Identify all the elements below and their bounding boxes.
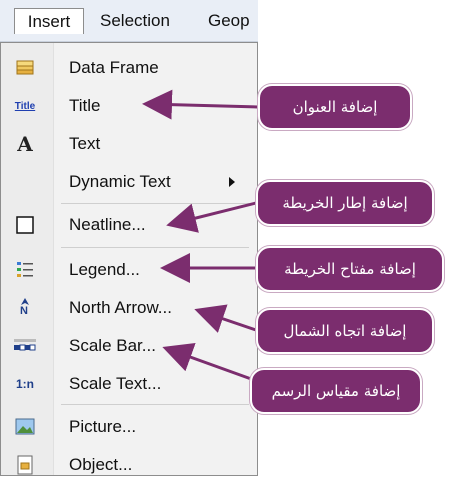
menu-item-dynamic-text[interactable]: Dynamic Text (1, 163, 257, 201)
menu-separator (61, 247, 249, 248)
picture-icon (13, 415, 37, 439)
menu-bar: Insert Selection Geop (0, 0, 258, 42)
menu-item-label: Scale Text... (69, 374, 162, 393)
menu-item-label: Scale Bar... (69, 336, 156, 355)
menu-item-text[interactable]: A Text (1, 125, 257, 163)
menu-insert[interactable]: Insert (14, 8, 84, 34)
menu-item-label: Object... (69, 455, 133, 474)
menu-item-label: Legend... (69, 260, 140, 279)
scale-bar-icon (13, 334, 37, 358)
insert-dropdown-menu: Data Frame Title Title A Text Dynamic Te… (0, 42, 258, 476)
menu-geoprocessing[interactable]: Geop (202, 8, 256, 34)
menu-item-scale-bar[interactable]: Scale Bar... (1, 327, 257, 365)
menu-item-label: Picture... (69, 417, 137, 436)
legend-icon (13, 258, 37, 282)
menu-item-picture[interactable]: Picture... (1, 408, 257, 446)
data-frame-icon (13, 56, 37, 80)
callout-add-scale-bar: إضافة مقياس الرسم (250, 368, 422, 414)
menu-item-label: Data Frame (69, 58, 159, 77)
callout-add-legend: إضافة مفتاح الخريطة (256, 246, 444, 292)
north-arrow-letter: N (20, 305, 28, 317)
neatline-icon (13, 213, 37, 237)
menu-separator (61, 404, 249, 405)
menu-separator (61, 203, 249, 204)
menu-item-label: Text (69, 134, 101, 153)
text-icon: A (13, 132, 37, 156)
object-icon (13, 453, 37, 477)
callout-add-north-arrow: إضافة اتجاه الشمال (256, 308, 434, 354)
menu-item-title[interactable]: Title Title (1, 87, 257, 125)
menu-selection[interactable]: Selection (94, 8, 176, 34)
menu-item-scale-text[interactable]: 1:n Scale Text... (1, 365, 257, 403)
scale-text-icon: 1:n (13, 372, 37, 396)
north-arrow-icon: N (13, 296, 37, 320)
callout-add-title: إضافة العنوان (258, 84, 412, 130)
callout-add-neatline: إضافة إطار الخريطة (256, 180, 434, 226)
menu-item-label: Neatline... (69, 215, 146, 234)
title-icon: Title (13, 94, 37, 118)
menu-item-data-frame[interactable]: Data Frame (1, 49, 257, 87)
menu-item-label: North Arrow... (69, 298, 172, 317)
menu-item-label: Dynamic Text (69, 172, 171, 191)
submenu-arrow-icon (229, 177, 235, 187)
title-icon-text: Title (14, 100, 36, 112)
scale-text-icon-text: 1:n (16, 377, 34, 391)
menu-item-north-arrow[interactable]: N North Arrow... (1, 289, 257, 327)
menu-item-neatline[interactable]: Neatline... (1, 206, 257, 244)
menu-item-label: Title (69, 96, 101, 115)
text-icon-glyph: A (17, 132, 33, 156)
menu-item-legend[interactable]: Legend... (1, 251, 257, 289)
menu-item-object[interactable]: Object... (1, 446, 257, 476)
